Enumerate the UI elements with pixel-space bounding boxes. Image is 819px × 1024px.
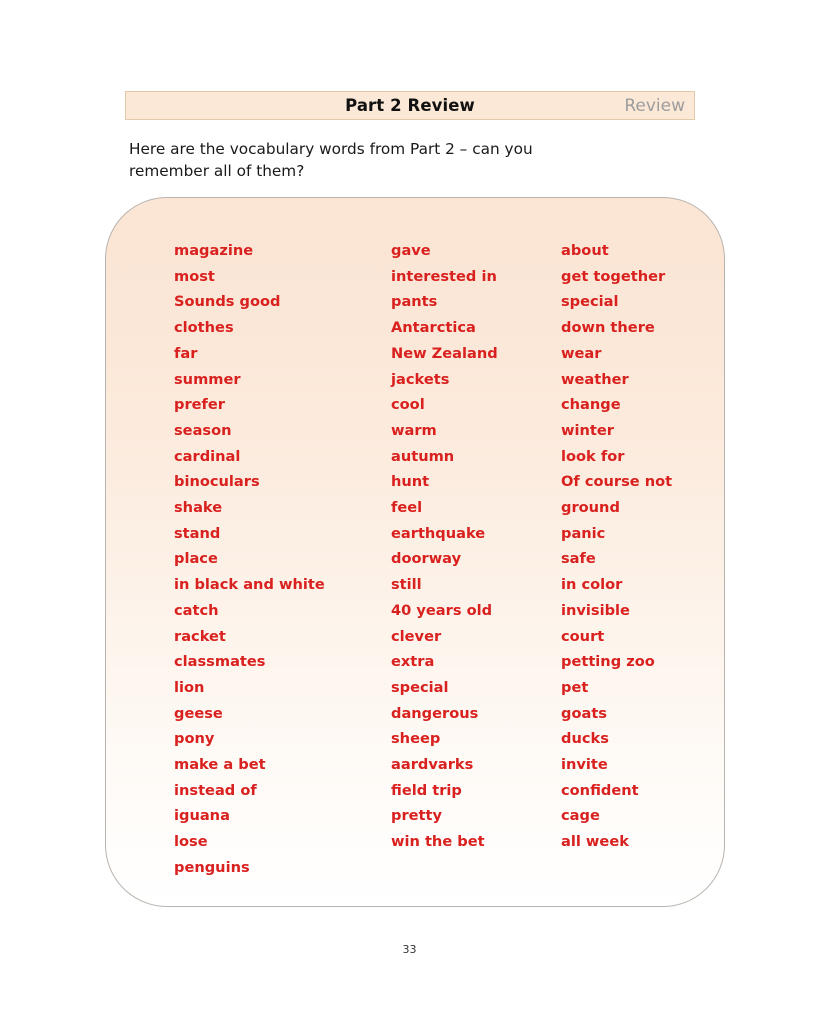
vocabulary-word: warm xyxy=(391,421,437,439)
vocabulary-word: confident xyxy=(561,781,639,799)
vocabulary-word: court xyxy=(561,627,605,645)
vocabulary-word: all week xyxy=(561,833,629,851)
vocabulary-word: safe xyxy=(561,550,596,568)
vocabulary-column-2: gave interested in pants Antarctica New Zeal… xyxy=(391,238,498,855)
vocabulary-word: shake xyxy=(174,499,223,517)
vocabulary-word: prefer xyxy=(174,396,225,414)
vocabulary-word: field trip xyxy=(391,781,462,799)
vocabulary-word: jackets xyxy=(391,370,450,388)
section-header-bar: Part 2 Review Review xyxy=(125,91,695,120)
vocabulary-word: gave xyxy=(391,242,431,259)
vocabulary-word: interested in xyxy=(391,267,497,285)
vocabulary-word: Of course not xyxy=(561,473,673,491)
page-title: Part 2 Review xyxy=(345,96,475,115)
vocabulary-word: about xyxy=(561,242,609,259)
vocabulary-word: special xyxy=(561,293,619,311)
vocabulary-word: ducks xyxy=(561,730,609,748)
vocabulary-word: racket xyxy=(174,627,226,645)
vocabulary-word: magazine xyxy=(174,242,254,259)
vocabulary-column-3: about get together special down there wear we… xyxy=(561,238,672,855)
vocabulary-word: winter xyxy=(561,421,614,439)
vocabulary-word: pony xyxy=(174,730,215,748)
vocabulary-word: penguins xyxy=(174,858,250,876)
intro-paragraph: Here are the vocabulary words from Part … xyxy=(129,140,533,180)
vocabulary-word: most xyxy=(174,267,215,285)
vocabulary-word: down there xyxy=(561,319,655,337)
vocabulary-word: doorway xyxy=(391,550,462,568)
vocabulary-word: special xyxy=(391,678,449,696)
vocabulary-word: far xyxy=(174,344,198,362)
vocabulary-word: change xyxy=(561,396,621,414)
vocabulary-word: pretty xyxy=(391,807,443,825)
vocabulary-panel: magazine most Sounds good clothes far summer p… xyxy=(105,197,725,907)
vocabulary-word: win the bet xyxy=(391,833,485,851)
vocabulary-word: wear xyxy=(561,344,602,362)
vocabulary-word: Antarctica xyxy=(391,319,476,337)
vocabulary-word: iguana xyxy=(174,807,230,825)
vocabulary-word: dangerous xyxy=(391,704,479,722)
vocabulary-word: stand xyxy=(174,524,221,542)
vocabulary-word: binoculars xyxy=(174,473,260,491)
vocabulary-word: petting zoo xyxy=(561,653,655,671)
vocabulary-word: summer xyxy=(174,370,241,388)
vocabulary-word: invite xyxy=(561,756,608,774)
vocabulary-word: geese xyxy=(174,704,223,722)
vocabulary-word: goats xyxy=(561,704,607,722)
vocabulary-word: make a bet xyxy=(174,756,266,774)
vocabulary-word: look for xyxy=(561,447,625,465)
vocabulary-word: cool xyxy=(391,396,425,414)
vocabulary-word: 40 years old xyxy=(391,601,493,619)
vocabulary-word: New Zealand xyxy=(391,344,498,362)
vocabulary-word: earthquake xyxy=(391,524,486,542)
vocabulary-word: lion xyxy=(174,678,205,696)
vocabulary-word: classmates xyxy=(174,653,266,671)
vocabulary-word: get together xyxy=(561,267,666,285)
vocabulary-word: clever xyxy=(391,627,442,645)
vocabulary-word: Sounds good xyxy=(174,293,281,311)
vocabulary-word: invisible xyxy=(561,601,630,619)
vocabulary-word: pants xyxy=(391,293,438,311)
vocabulary-word: cardinal xyxy=(174,447,241,465)
vocabulary-word: clothes xyxy=(174,319,234,337)
section-label: Review xyxy=(624,95,685,116)
vocabulary-word: cage xyxy=(561,807,600,825)
page-number: 33 xyxy=(402,943,417,956)
vocabulary-word: instead of xyxy=(174,781,257,799)
vocabulary-columns: magazine most Sounds good clothes far summer p… xyxy=(106,198,724,906)
vocabulary-word: place xyxy=(174,550,218,568)
vocabulary-word: pet xyxy=(561,678,589,696)
vocabulary-word: in color xyxy=(561,576,623,594)
vocabulary-word: sheep xyxy=(391,730,441,748)
vocabulary-word: season xyxy=(174,421,232,439)
vocabulary-word: extra xyxy=(391,653,435,671)
vocabulary-word: in black and white xyxy=(174,576,325,594)
vocabulary-word: ground xyxy=(561,499,620,517)
vocabulary-word: still xyxy=(391,576,422,594)
vocabulary-word: autumn xyxy=(391,447,455,465)
vocabulary-word: hunt xyxy=(391,473,430,491)
vocabulary-word: catch xyxy=(174,601,219,619)
vocabulary-column-1: magazine most Sounds good clothes far summer p… xyxy=(174,238,325,881)
vocabulary-word: panic xyxy=(561,524,606,542)
vocabulary-word: aardvarks xyxy=(391,756,474,774)
vocabulary-word: weather xyxy=(561,370,629,388)
vocabulary-word: lose xyxy=(174,833,208,851)
vocabulary-word: feel xyxy=(391,499,423,517)
